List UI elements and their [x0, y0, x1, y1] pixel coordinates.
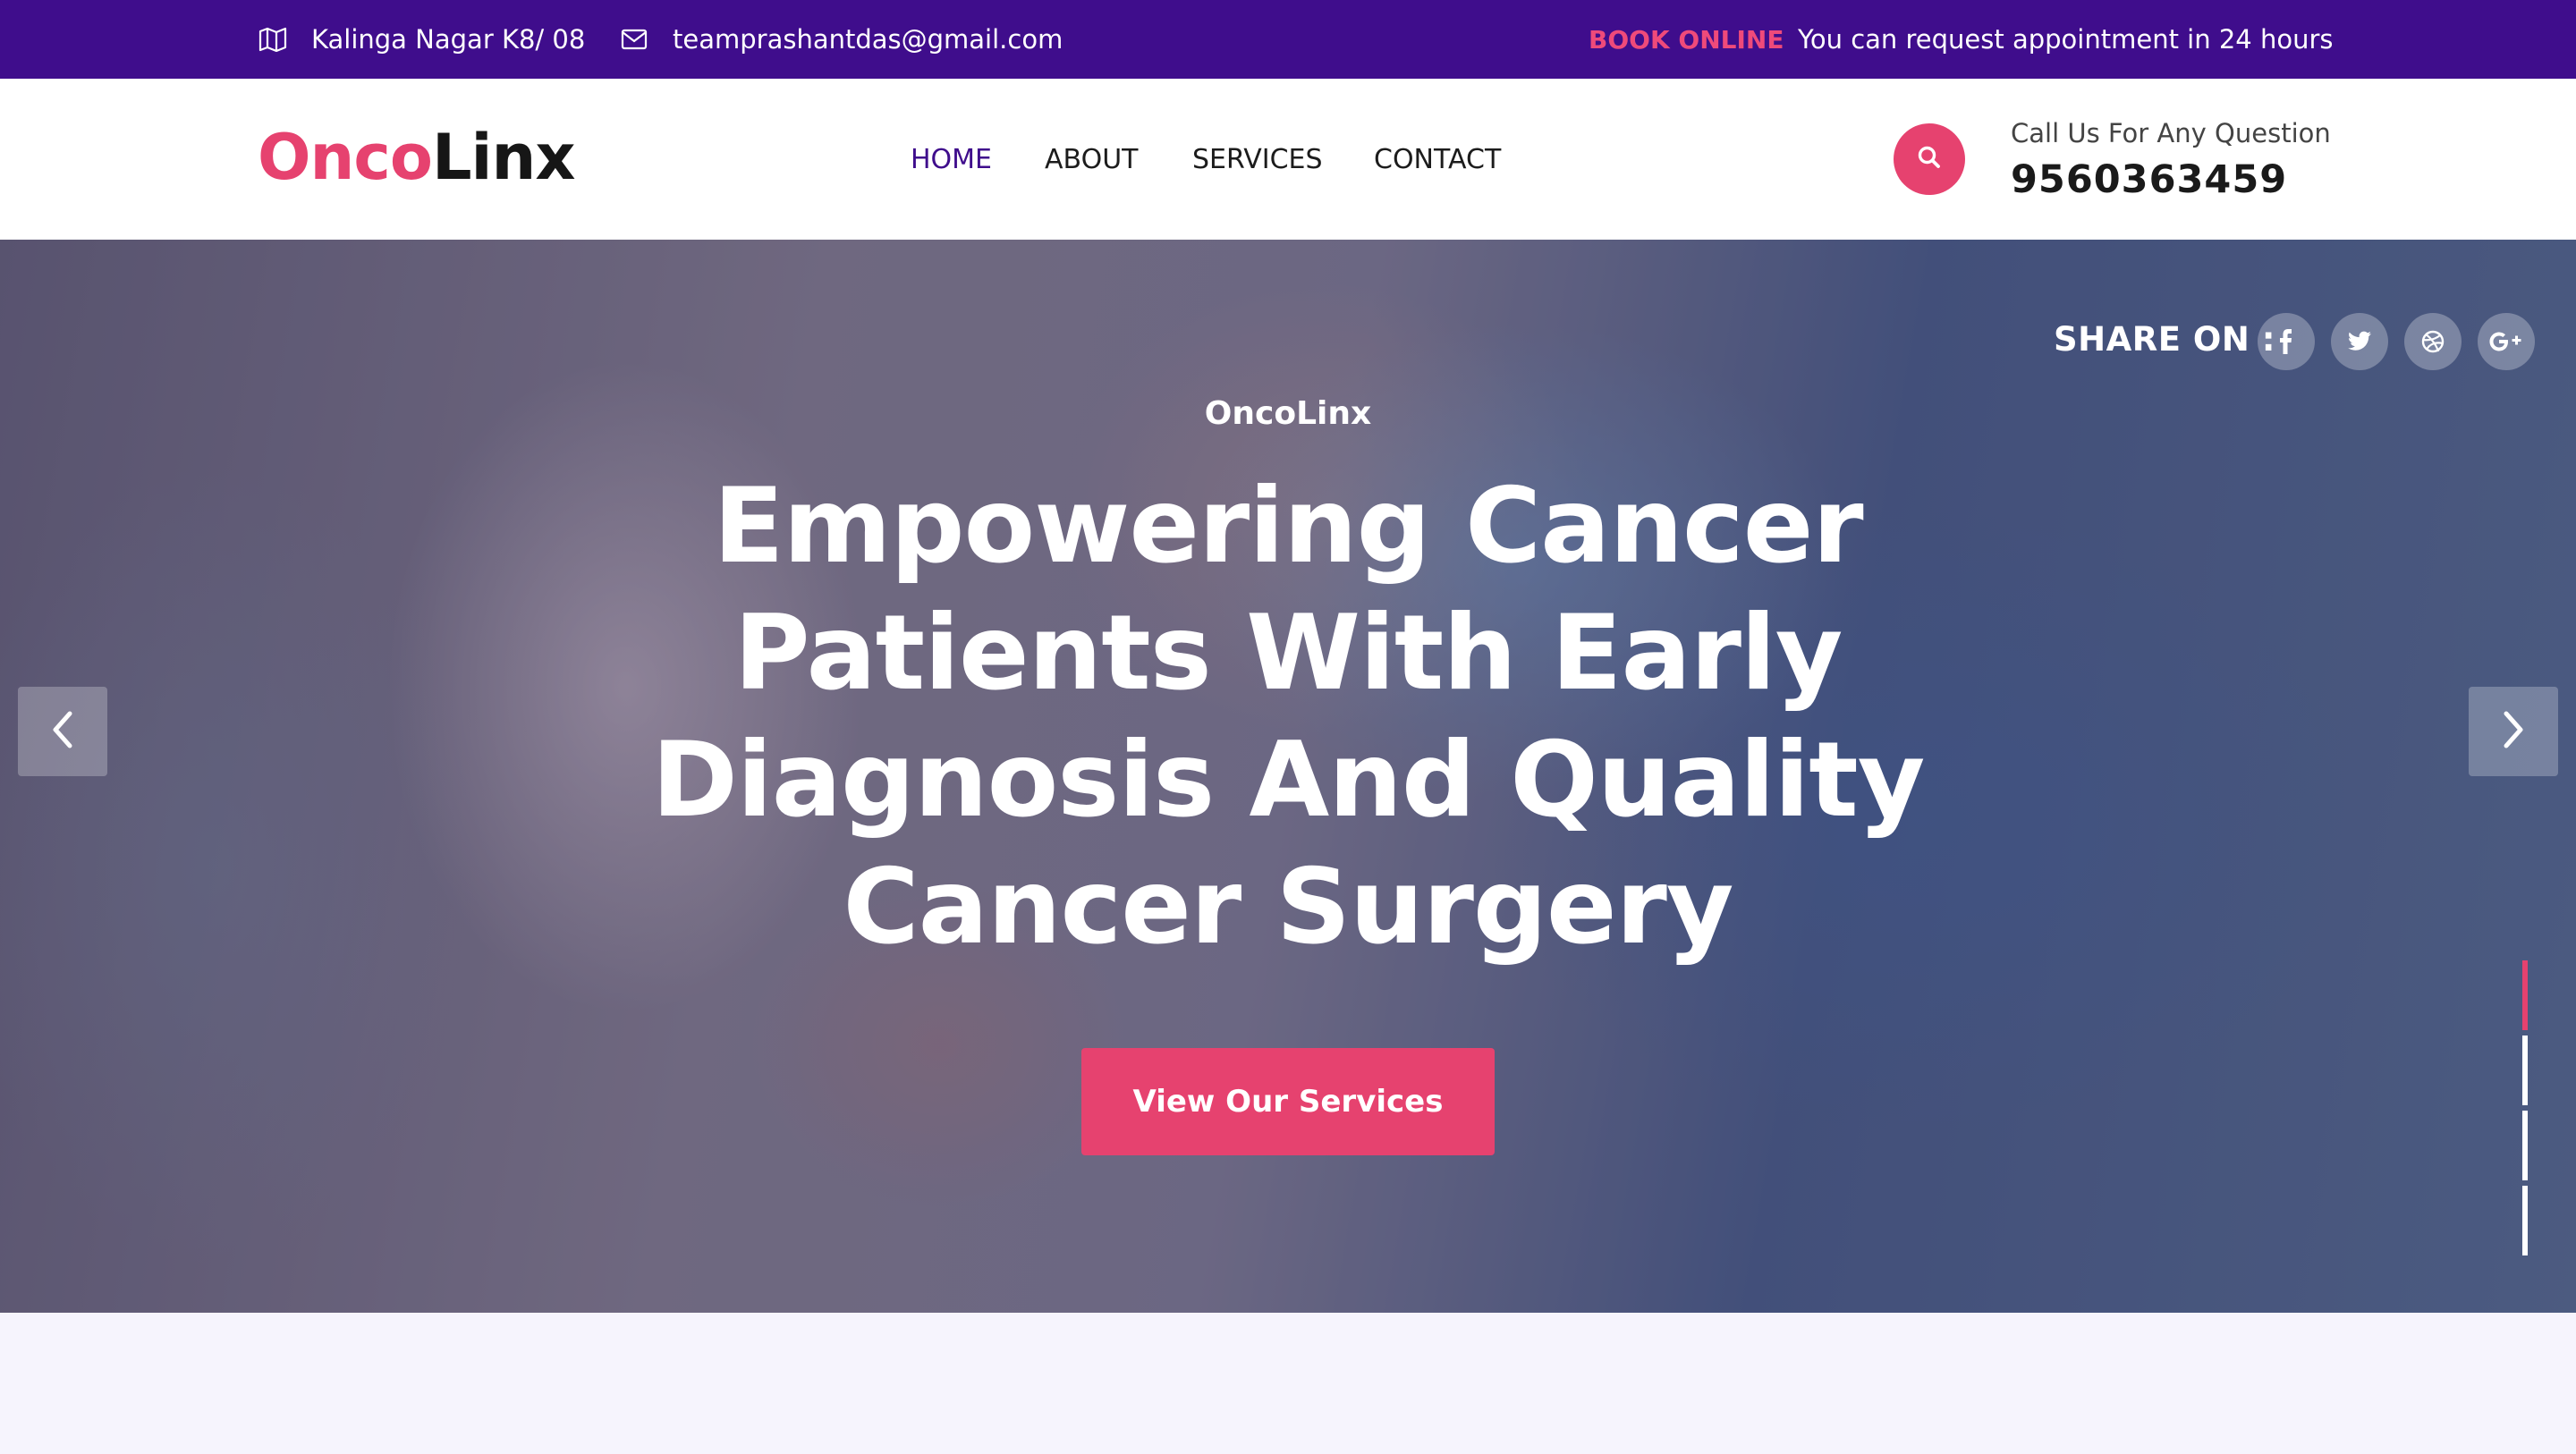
google-plus-icon[interactable]	[2478, 313, 2535, 370]
slide-indicator-1[interactable]	[2522, 960, 2528, 1030]
logo-onco: Onco	[258, 121, 433, 194]
envelope-icon	[619, 24, 649, 55]
nav-link-home[interactable]: HOME	[911, 144, 992, 175]
twitter-icon[interactable]	[2331, 313, 2388, 370]
hero-title: Empowering Cancer Patients With Early Di…	[651, 466, 1926, 968]
slide-indicators	[2522, 960, 2528, 1261]
nav-link-contact[interactable]: CONTACT	[1374, 144, 1501, 175]
map-icon	[258, 24, 288, 55]
nav-item-services[interactable]: SERVICES	[1192, 79, 1323, 240]
view-services-button[interactable]: View Our Services	[1081, 1048, 1495, 1155]
nav-item-home[interactable]: HOME	[911, 79, 992, 240]
book-online-link[interactable]: BOOK ONLINE	[1589, 0, 1784, 79]
call-label: Call Us For Any Question	[2011, 118, 2331, 148]
nav-link-services[interactable]: SERVICES	[1192, 144, 1323, 175]
hero-subtitle: OncoLinx	[1204, 395, 1372, 432]
slide-indicator-4[interactable]	[2522, 1186, 2528, 1255]
share-label: SHARE ON :	[2054, 320, 2275, 359]
slide-indicator-3[interactable]	[2522, 1111, 2528, 1180]
nav-link-about[interactable]: ABOUT	[1045, 144, 1138, 175]
slider-prev-button[interactable]	[18, 687, 107, 776]
logo[interactable]: OncoLinx	[258, 121, 576, 194]
slide-indicator-2[interactable]	[2522, 1036, 2528, 1105]
facebook-icon[interactable]	[2258, 313, 2315, 370]
nav-item-contact[interactable]: CONTACT	[1374, 79, 1501, 240]
appointment-note: You can request appointment in 24 hours	[1798, 24, 2334, 55]
email-text[interactable]: teamprashantdas@gmail.com	[673, 24, 1063, 55]
nav-item-about[interactable]: ABOUT	[1045, 79, 1138, 240]
search-button[interactable]	[1894, 123, 1965, 195]
search-icon	[1916, 144, 1943, 174]
top-bar: Kalinga Nagar K8/ 08 teamprashantdas@gma…	[0, 0, 2576, 79]
chevron-right-icon	[2501, 710, 2526, 753]
address-info: Kalinga Nagar K8/ 08	[258, 0, 585, 79]
main-header: OncoLinx HOME ABOUT SERVICES CONTACT Cal…	[0, 79, 2576, 240]
dribbble-icon[interactable]	[2404, 313, 2462, 370]
address-text: Kalinga Nagar K8/ 08	[311, 24, 586, 55]
logo-linx: Linx	[431, 121, 576, 194]
hero-slider: SHARE ON : OncoLinx Empowering Cancer Pa…	[0, 240, 2576, 1313]
chevron-left-icon	[50, 710, 75, 753]
slider-next-button[interactable]	[2469, 687, 2558, 776]
email-info[interactable]: teamprashantdas@gmail.com	[619, 0, 1063, 79]
next-section	[0, 1313, 2576, 1454]
call-number[interactable]: 9560363459	[2011, 157, 2287, 202]
